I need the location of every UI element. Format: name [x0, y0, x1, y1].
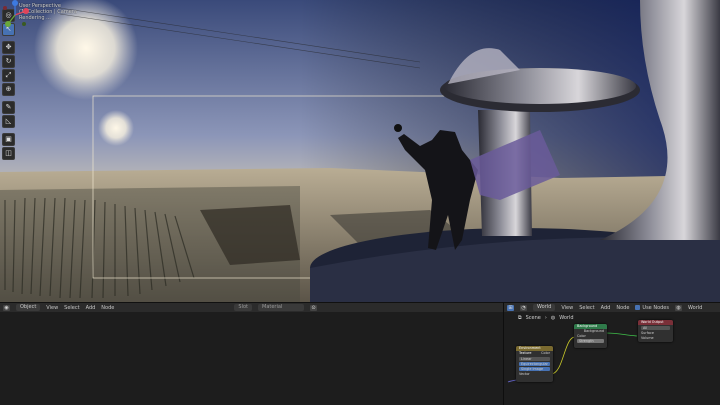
interpolation-dropdown[interactable]: Linear [519, 356, 550, 361]
viewport-header: ◉ Object View Select Add Node Slot Mater… [0, 302, 503, 312]
node-menu-node[interactable]: Node [616, 305, 629, 311]
world-selector[interactable]: World [688, 305, 702, 311]
rotate-tool-icon[interactable]: ↻ [2, 55, 15, 68]
scale-tool-icon[interactable]: ⤢ [2, 69, 15, 82]
navigation-gizmo[interactable] [0, 0, 30, 30]
object-mode-dropdown[interactable]: Object [16, 304, 41, 311]
camera-tool-icon[interactable]: ◫ [2, 147, 15, 160]
annotate-tool-icon[interactable]: ✎ [2, 101, 15, 114]
menu-add[interactable]: Add [86, 305, 96, 311]
slot-dropdown[interactable]: Slot [234, 304, 252, 311]
shader-type-icon[interactable]: ◔ [520, 304, 527, 311]
projection-dropdown[interactable]: Equirectangular [519, 361, 550, 366]
neg-y-axis-icon[interactable] [22, 22, 26, 26]
node-menu-view[interactable]: View [561, 305, 573, 311]
use-nodes-toggle[interactable]: Use Nodes [635, 304, 669, 311]
checkbox-icon [635, 304, 641, 310]
z-axis-icon[interactable] [12, 0, 18, 6]
pin-icon[interactable]: ⊙ [310, 304, 317, 311]
render-scene [0, 0, 720, 302]
editor-type-icon[interactable]: ◉ [3, 304, 10, 311]
shader-editor-area[interactable] [0, 312, 503, 405]
world-output-node[interactable]: World Output All Surface Volume [638, 320, 673, 342]
material-selector[interactable]: Material [258, 304, 304, 311]
editor-type-icon-right[interactable]: ⊞ [507, 304, 514, 311]
3d-viewport[interactable]: User Perspective (1) Collection | Camera… [0, 0, 720, 302]
world-output-volume: Volume [641, 335, 654, 340]
transform-tool-icon[interactable]: ⊕ [2, 83, 15, 96]
tool-shelf: ◎ ↖ ✥ ↻ ⤢ ⊕ ✎ ◺ ▣ ◫ [2, 9, 15, 160]
add-cube-tool-icon[interactable]: ▣ [2, 133, 15, 146]
source-dropdown[interactable]: Single Image [519, 366, 550, 371]
world-icon: ◍ [675, 304, 682, 311]
y-axis-icon[interactable] [5, 21, 11, 27]
measure-tool-icon[interactable]: ◺ [2, 115, 15, 128]
menu-select[interactable]: Select [64, 305, 79, 311]
background-color-input[interactable]: Color [574, 334, 607, 339]
node-editor-canvas[interactable]: ⧉ Scene › ◍ World Background Background … [504, 312, 720, 405]
node-editor-header: ⊞ ◔ World View Select Add Node Use Nodes… [504, 302, 720, 312]
world-output-target[interactable]: All [641, 326, 670, 330]
env-texture-vector-input[interactable]: Vector [516, 372, 553, 377]
world-output-node-title: World Output [638, 320, 673, 325]
node-menu-select[interactable]: Select [579, 305, 594, 311]
environment-texture-node[interactable]: Environment Texture Color Linear Equirec… [516, 346, 553, 382]
menu-view[interactable]: View [46, 305, 58, 311]
x-axis-icon[interactable] [23, 8, 29, 14]
menu-node[interactable]: Node [101, 305, 114, 311]
shader-type-dropdown[interactable]: World [533, 304, 556, 311]
background-strength-field[interactable]: Strength [577, 339, 604, 343]
background-node[interactable]: Background Background Color Strength [574, 324, 607, 348]
node-menu-add[interactable]: Add [601, 305, 611, 311]
neg-x-axis-icon[interactable] [3, 6, 7, 10]
env-texture-output: Color [541, 351, 550, 355]
move-tool-icon[interactable]: ✥ [2, 41, 15, 54]
